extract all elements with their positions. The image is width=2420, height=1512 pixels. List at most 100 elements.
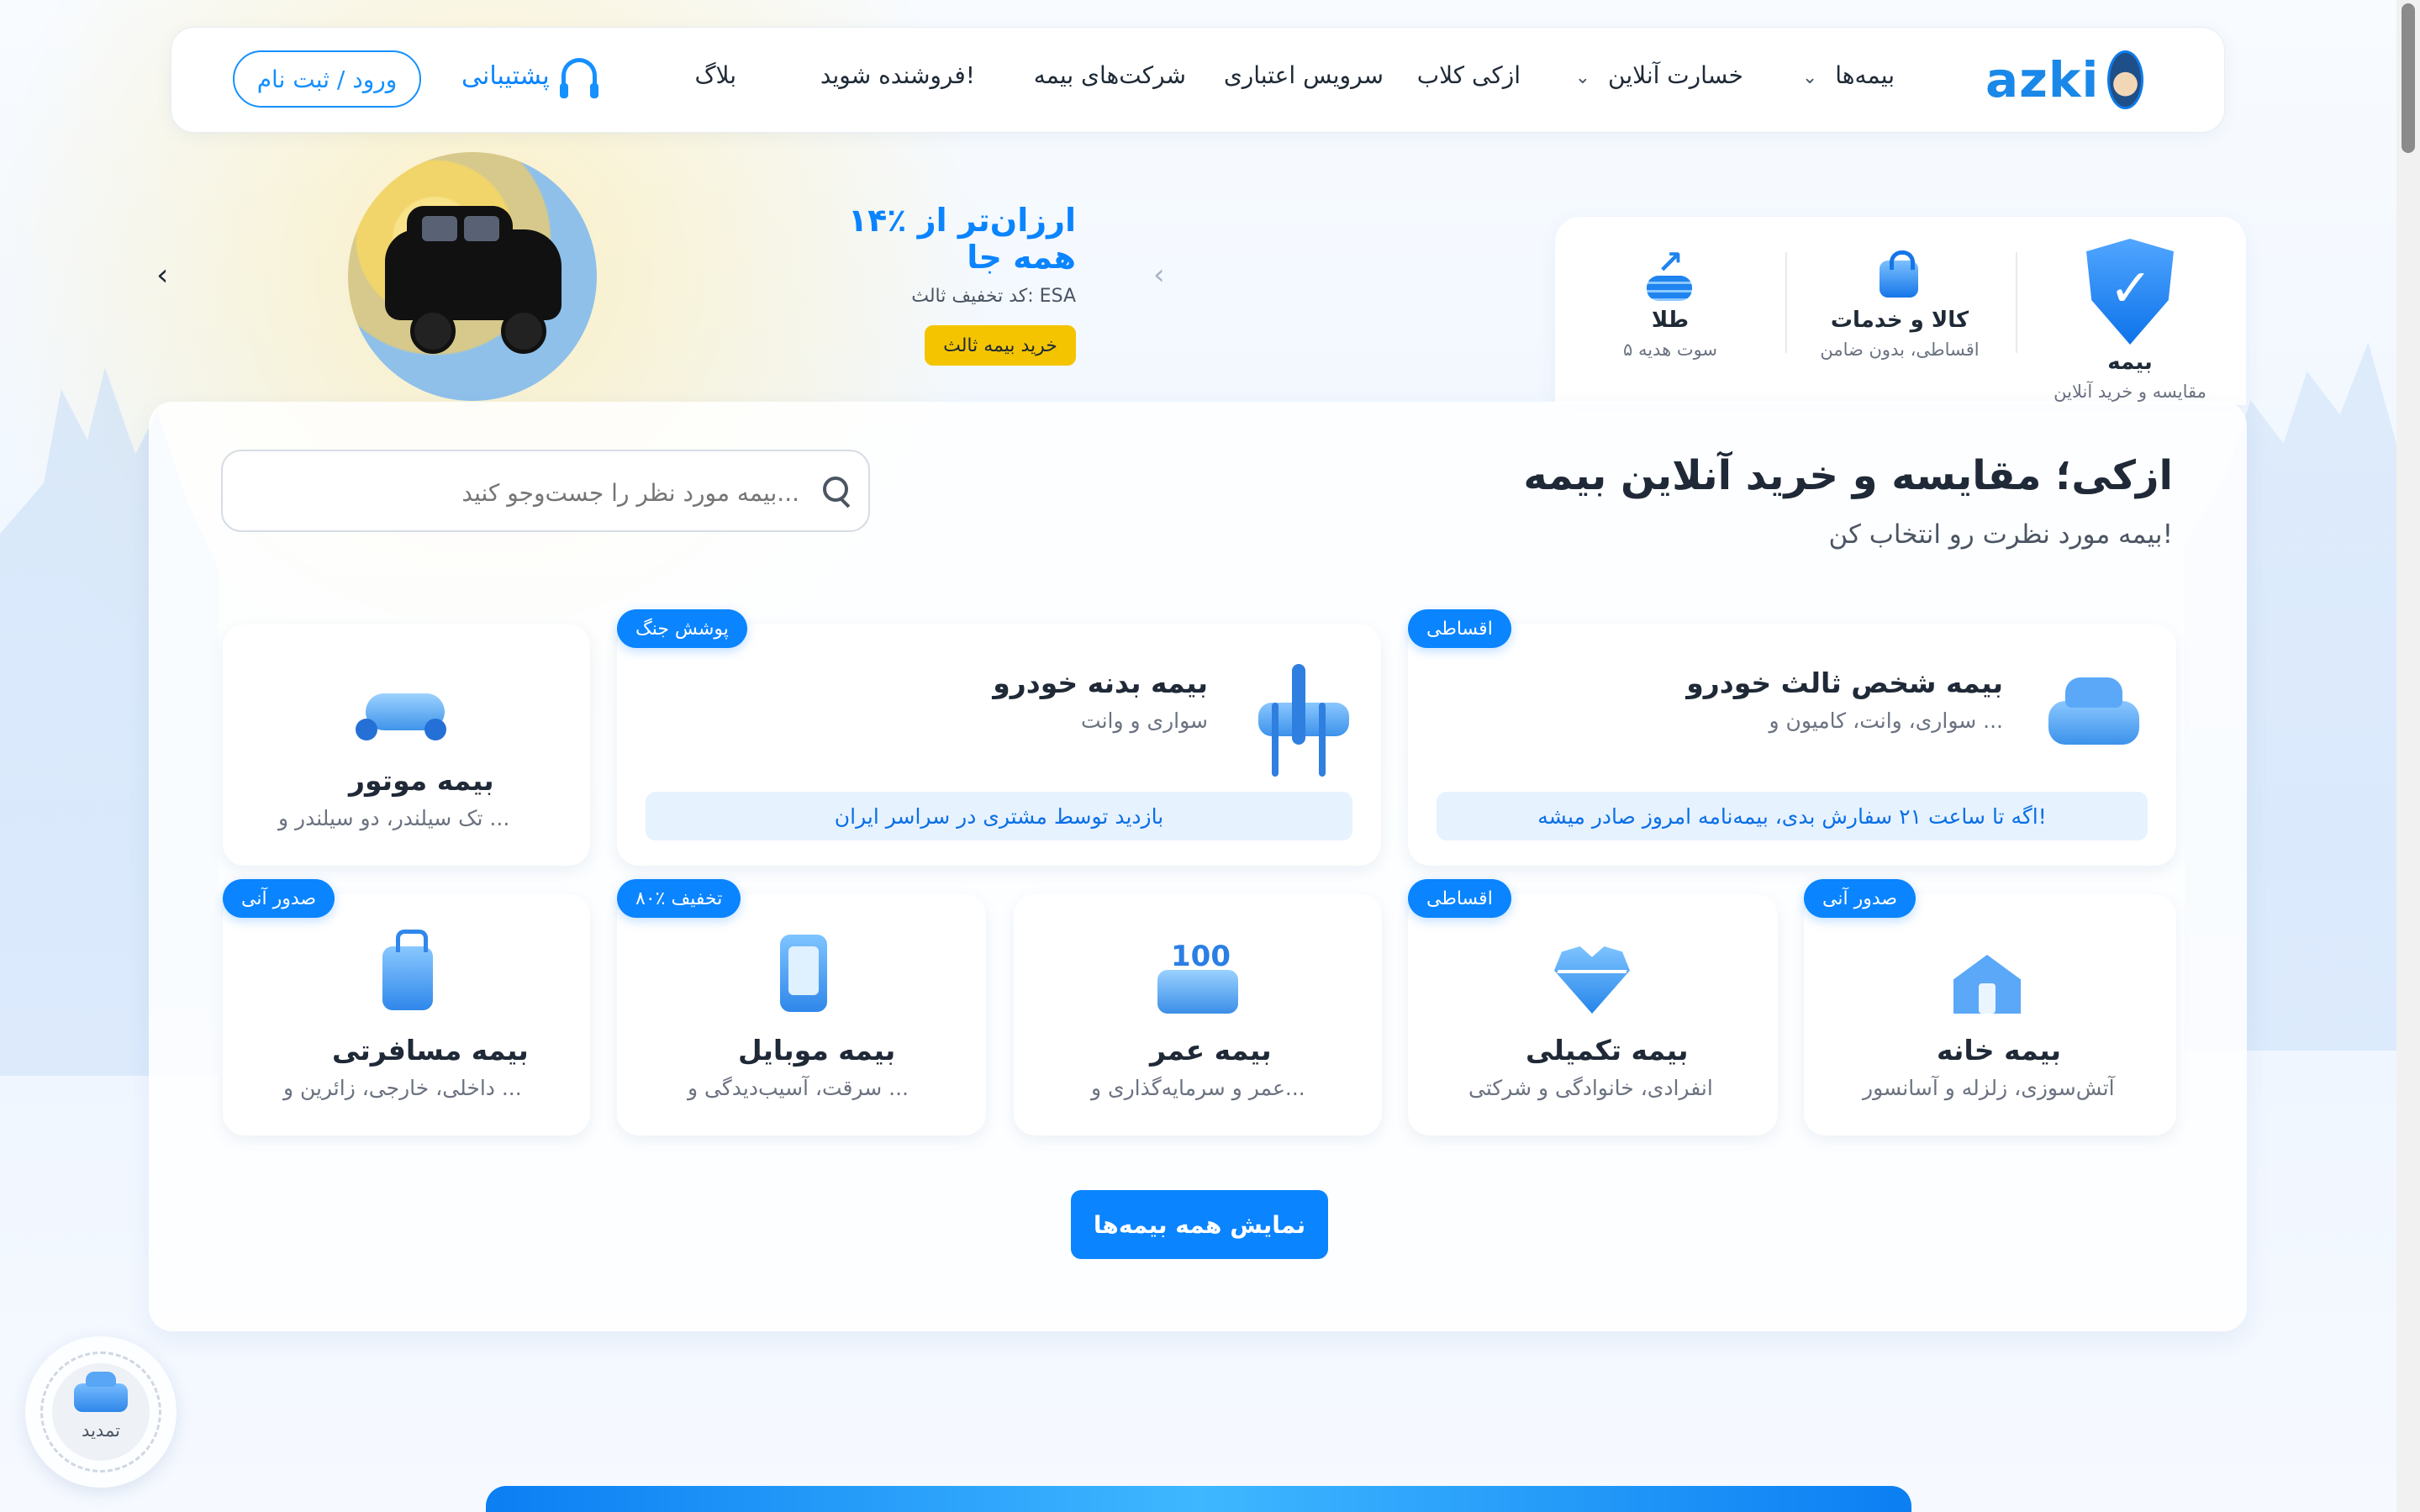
page-title: ازکی؛ مقایسه و خرید آنلاین بیمه (1523, 452, 2173, 499)
page-subtitle: بیمه مورد نظرت رو انتخاب کن! (1828, 519, 2173, 550)
carousel-next-icon[interactable]: ‹ (1153, 258, 1165, 292)
category-subtitle: اقساطی، بدون ضامن (1820, 340, 1980, 360)
search-box[interactable] (221, 450, 870, 532)
card-note: بازدید توسط مشتری در سراسر ایران (646, 792, 1352, 840)
nav-item-insurance-companies[interactable]: شرکت‌های بیمه (1034, 61, 1186, 89)
card-life[interactable]: بیمه عمر عمر و سرمایه‌گذاری و... (1014, 894, 1382, 1135)
suitcase-icon (357, 926, 458, 1019)
top-navbar: azki ⌄ بیمه‌ها ⌄ خسارت آنلاین ازکی کلاب … (171, 27, 2225, 133)
card-title: بیمه خانه (1937, 1034, 2062, 1067)
car-icon (2045, 662, 2146, 755)
status-badge: ۸۰٪ تخفیف (617, 879, 741, 918)
status-badge: اقساطی (1408, 879, 1511, 918)
category-title: طلا (1651, 308, 1690, 333)
house-icon (1938, 930, 2039, 1022)
card-third-party-car[interactable]: اقساطی بیمه شخص ثالث خودرو سواری، وانت، … (1408, 609, 2176, 866)
promo-buy-button[interactable]: خرید بیمه ثالث (925, 325, 1076, 366)
category-insurance[interactable]: بیمه مقایسه و خرید آنلاین (2029, 239, 2231, 402)
car-renew-icon (74, 1372, 128, 1412)
card-note: اگه تا ساعت ۲۱ سفارش بدی، بیمه‌نامه امرو… (1437, 792, 2148, 840)
nav-item-label: ازکی کلاب (1416, 61, 1521, 89)
card-subtitle: عمر و سرمایه‌گذاری و... (1091, 1076, 1305, 1100)
search-icon (818, 473, 853, 508)
nav-item-label: سرویس اعتباری (1223, 61, 1384, 89)
card-title: بیمه شخص ثالث خودرو (1686, 666, 2003, 699)
card-subtitle: آتش‌سوزی، زلزله و آسانسور (1863, 1076, 2115, 1100)
nav-item-online-claim[interactable]: ⌄ خسارت آنلاین (1575, 61, 1743, 89)
gold-growth-icon (1640, 244, 1700, 303)
card-subtitle: تک سیلندر، دو سیلندر و ... (278, 806, 510, 830)
bottom-banner-strip (486, 1486, 1911, 1512)
card-motorcycle[interactable]: بیمه موتور تک سیلندر، دو سیلندر و ... (223, 624, 590, 866)
support-link[interactable]: پشتیبانی (461, 58, 598, 98)
shield-check-icon (2086, 239, 2174, 345)
headset-icon (559, 58, 598, 98)
renew-inner: تمدید (52, 1363, 150, 1461)
renew-label: تمدید (82, 1420, 120, 1441)
card-title: بیمه موتور (349, 764, 494, 797)
nav-item-insurances[interactable]: ⌄ بیمه‌ها (1802, 61, 1895, 89)
nav-item-azki-club[interactable]: ازکی کلاب (1417, 61, 1521, 89)
nav-item-label: بلاگ (694, 61, 736, 89)
car-window-left (422, 216, 457, 241)
status-badge: صدور آنی (1804, 879, 1916, 918)
card-title: بیمه موبایل (738, 1034, 896, 1067)
category-goods-services[interactable]: کالا و خدمات اقساطی، بدون ضامن (1799, 239, 2001, 360)
search-input[interactable] (248, 472, 801, 514)
status-badge: پوشش جنگ (617, 609, 747, 648)
promo-moon-car-image (348, 152, 597, 401)
card-subtitle: انفرادی، خانوادگی و شرکتی (1468, 1076, 1713, 1100)
nav-item-become-seller[interactable]: فروشنده شوید! (820, 61, 975, 89)
car-window-right (464, 216, 499, 241)
chevron-down-icon: ⌄ (1801, 67, 1818, 88)
category-divider (1785, 252, 1787, 353)
shopping-bag-icon (1869, 247, 1930, 303)
promo-code: کد تخفیف ثالث: ESA (911, 286, 1076, 307)
card-car-body[interactable]: پوشش جنگ بیمه بدنه خودرو سواری و وانت با… (617, 609, 1381, 866)
car-wheel-left (410, 308, 456, 354)
nav-item-credit-service[interactable]: سرویس اعتباری (1224, 61, 1384, 89)
nav-item-label: خسارت آنلاین (1608, 61, 1743, 89)
nav-item-label: بیمه‌ها (1835, 61, 1895, 89)
category-title: بیمه (2107, 350, 2153, 375)
mobile-icon (751, 926, 852, 1019)
card-title: بیمه تکمیلی (1526, 1034, 1689, 1067)
card-title: بیمه مسافرتی (332, 1034, 529, 1067)
card-travel[interactable]: صدور آنی بیمه مسافرتی داخلی، خارجی، زائر… (223, 879, 590, 1135)
category-title: کالا و خدمات (1830, 308, 1969, 333)
login-button[interactable]: ورود / ثبت نام (233, 50, 421, 108)
top-category-panel: بیمه مقایسه و خرید آنلاین کالا و خدمات ا… (1555, 217, 2246, 405)
card-subtitle: سواری و وانت (1081, 709, 1208, 733)
motorcycle-icon (356, 658, 456, 751)
card-supplementary-health[interactable]: اقساطی بیمه تکمیلی انفرادی، خانوادگی و ش… (1408, 879, 1778, 1135)
scrollbar-thumb[interactable] (2402, 3, 2415, 153)
car-wheel-right (501, 308, 546, 354)
nav-item-label: فروشنده شوید! (820, 61, 975, 89)
support-label: پشتیبانی (461, 61, 550, 91)
status-badge: صدور آنی (223, 879, 335, 918)
card-subtitle: سرقت، آسیب‌دیدگی و ... (688, 1076, 909, 1100)
promo-title: ۱۴٪ ارزان‌تر از همه جا (847, 202, 1076, 276)
nav-item-blog[interactable]: بلاگ (694, 61, 736, 89)
car-lift-icon (1253, 662, 1354, 755)
category-subtitle: ۵ سوت هدیه (1622, 340, 1718, 360)
nav-item-label: شرکت‌های بیمه (1033, 61, 1186, 89)
card-subtitle: داخلی، خارجی، زائرین و ... (283, 1076, 522, 1100)
card-house[interactable]: صدور آنی بیمه خانه آتش‌سوزی، زلزله و آسا… (1804, 879, 2176, 1135)
category-gold[interactable]: طلا ۵ سوت هدیه (1569, 239, 1771, 360)
category-subtitle: مقایسه و خرید آنلاین (2054, 382, 2206, 402)
category-divider (2016, 252, 2017, 353)
main-insurance-card: ازکی؛ مقایسه و خرید آنلاین بیمه بیمه مور… (149, 402, 2247, 1331)
status-badge: اقساطی (1408, 609, 1511, 648)
car-body (385, 229, 562, 320)
vertical-scrollbar[interactable] (2396, 0, 2420, 1512)
chevron-down-icon: ⌄ (1574, 67, 1591, 88)
card-title: بیمه بدنه خودرو (993, 666, 1208, 699)
carousel-prev-icon[interactable]: ‹ (156, 258, 168, 292)
card-subtitle: سواری، وانت، کامیون و ... (1769, 709, 2003, 733)
show-all-insurances-button[interactable]: نمایش همه بیمه‌ها (1071, 1190, 1328, 1259)
card-mobile[interactable]: ۸۰٪ تخفیف بیمه موبایل سرقت، آسیب‌دیدگی و… (617, 879, 986, 1135)
renew-widget[interactable]: تمدید (25, 1336, 177, 1488)
cake-icon (1147, 930, 1248, 1022)
card-title: بیمه عمر (1150, 1034, 1272, 1067)
